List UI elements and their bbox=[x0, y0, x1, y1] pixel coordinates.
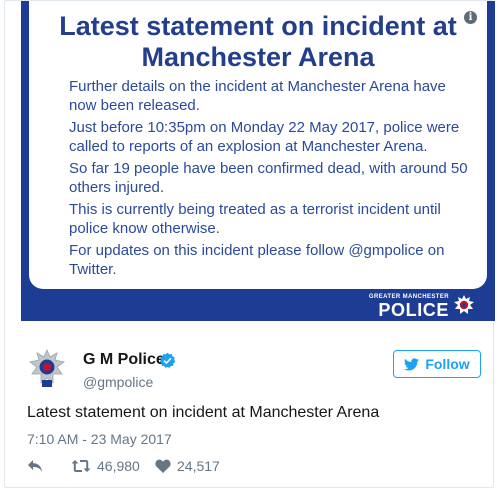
tweet-text: Latest statement on incident at Manchest… bbox=[27, 404, 380, 421]
statement-panel: i Latest statement on incident at Manche… bbox=[29, 1, 487, 289]
tweet-actions: 46,980 24,517 bbox=[27, 457, 220, 475]
statement-paragraph: This is currently being treated as a ter… bbox=[69, 201, 441, 237]
statement-body: Further details on the incident at Manch… bbox=[69, 77, 469, 282]
avatar[interactable] bbox=[25, 347, 69, 391]
verified-icon bbox=[159, 352, 176, 369]
twitter-bird-icon bbox=[404, 357, 420, 370]
police-logo-text: GREATER MANCHESTER POLICE bbox=[369, 294, 449, 319]
police-logo-big-text: POLICE bbox=[378, 299, 449, 320]
statement-image[interactable]: i Latest statement on incident at Manche… bbox=[21, 1, 495, 321]
follow-label: Follow bbox=[425, 356, 470, 372]
retweet-button[interactable]: 46,980 bbox=[71, 458, 155, 474]
retweet-icon bbox=[71, 460, 91, 472]
reply-button[interactable] bbox=[27, 459, 71, 473]
heart-icon bbox=[155, 459, 171, 473]
statement-paragraph: Just before 10:35pm on Monday 22 May 201… bbox=[69, 119, 460, 155]
tweet-card: i Latest statement on incident at Manche… bbox=[4, 0, 495, 488]
statement-paragraph: Further details on the incident at Manch… bbox=[69, 78, 446, 114]
timestamp[interactable]: 7:10 AM - 23 May 2017 bbox=[27, 431, 172, 447]
statement-title-line2: Manchester Arena bbox=[141, 42, 375, 72]
statement-title-line1: Latest statement on incident at bbox=[59, 11, 457, 41]
statement-paragraph: So far 19 people have been confirmed dea… bbox=[69, 160, 468, 196]
follow-button[interactable]: Follow bbox=[393, 350, 481, 378]
retweet-count: 46,980 bbox=[97, 458, 140, 474]
handle[interactable]: @gmpolice bbox=[83, 374, 153, 390]
like-count: 24,517 bbox=[177, 458, 220, 474]
like-button[interactable]: 24,517 bbox=[155, 458, 220, 474]
statement-title: Latest statement on incident at Manchest… bbox=[29, 11, 487, 73]
statement-paragraph: For updates on this incident please foll… bbox=[69, 242, 445, 278]
police-logo: GREATER MANCHESTER POLICE bbox=[369, 293, 475, 319]
reply-icon bbox=[28, 460, 42, 472]
police-badge-icon bbox=[454, 295, 474, 314]
display-name[interactable]: G M Police bbox=[83, 351, 165, 369]
